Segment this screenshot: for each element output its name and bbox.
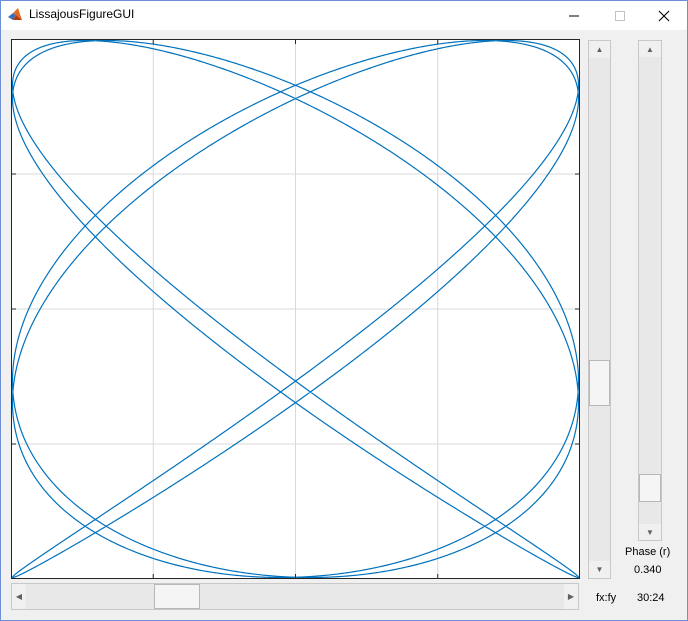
app-window: LissajousFigureGUI ▲ ▼ ▲ ▼ ◀ ▶ Phase (r)… [0,0,688,621]
maximize-button[interactable] [597,1,643,30]
left-arrow-icon: ◀ [15,592,23,601]
down-arrow-icon: ▼ [646,527,654,537]
scroll-up-button[interactable]: ▲ [639,41,661,57]
title-bar: LissajousFigureGUI [1,1,687,30]
minimize-icon [569,15,579,16]
lissajous-plot [11,39,580,579]
slider-thumb[interactable] [589,359,610,406]
plot-canvas [11,39,580,579]
right-arrow-icon: ▶ [567,592,575,601]
ratio-label: fx:fy [596,592,617,604]
maximize-icon [615,10,625,21]
up-arrow-icon: ▲ [595,45,604,54]
phase-value: 0.340 [634,564,662,576]
down-arrow-icon: ▼ [595,565,604,574]
scroll-up-button[interactable]: ▲ [589,41,610,58]
up-arrow-icon: ▲ [646,44,654,54]
scroll-left-button[interactable]: ◀ [12,584,26,609]
scroll-down-button[interactable]: ▼ [639,524,661,540]
scroll-right-button[interactable]: ▶ [564,584,578,609]
matlab-icon [8,8,22,20]
grid-lines [11,39,580,579]
scroll-down-button[interactable]: ▼ [589,561,610,578]
phase-slider[interactable]: ▲ ▼ [638,40,662,541]
vertical-slider-left[interactable]: ▲ ▼ [588,40,611,579]
ratio-value: 30:24 [637,592,665,604]
slider-thumb[interactable] [639,474,661,503]
minimize-button[interactable] [551,1,597,30]
slider-thumb[interactable] [153,584,200,609]
window-title: LissajousFigureGUI [29,7,135,21]
horizontal-slider[interactable]: ◀ ▶ [11,583,579,610]
close-icon [658,10,670,21]
close-button[interactable] [641,1,687,30]
phase-label: Phase (r) [625,546,671,558]
